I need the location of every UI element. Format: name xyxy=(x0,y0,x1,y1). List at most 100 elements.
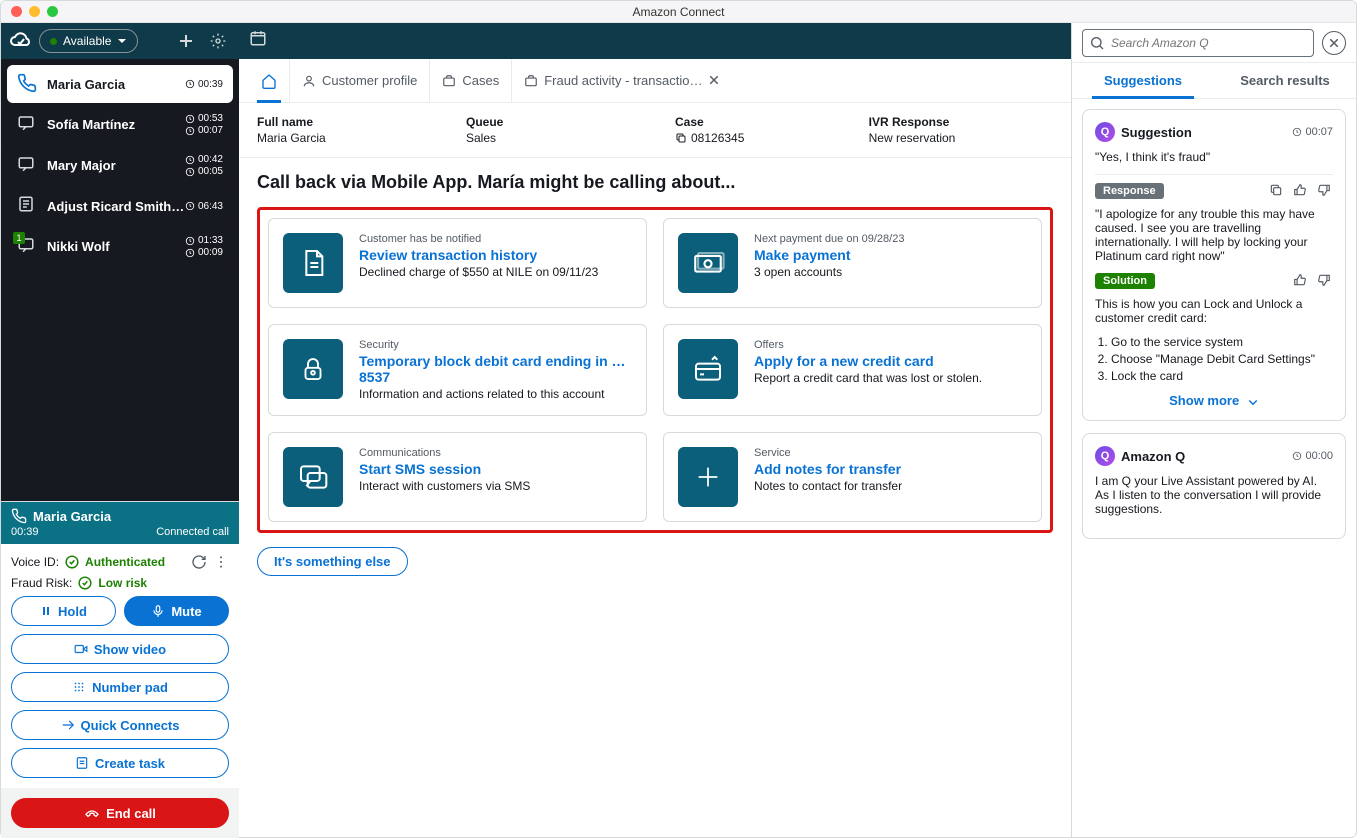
contact-item[interactable]: Adjust Ricard Smith's p… 06:43 xyxy=(7,187,233,225)
suggestion-card: Q Suggestion 00:07 "Yes, I think it's fr… xyxy=(1082,109,1346,421)
suggestion-time: 00:07 xyxy=(1292,126,1333,138)
tab-home[interactable] xyxy=(249,59,290,102)
end-call-button[interactable]: End call xyxy=(11,798,229,828)
lock-icon xyxy=(283,339,343,399)
voice-id-value: Authenticated xyxy=(85,555,165,569)
create-task-button[interactable]: Create task xyxy=(11,748,229,778)
clock-icon xyxy=(185,79,195,89)
tab-suggestions[interactable]: Suggestions xyxy=(1072,63,1214,98)
call-panel: Maria Garcia 00:39 Connected call Voice … xyxy=(1,501,239,838)
sms-chat-icon xyxy=(283,447,343,507)
plus-icon xyxy=(678,447,738,507)
intent-card-start-sms[interactable]: Communications Start SMS session Interac… xyxy=(268,432,647,522)
customer-info-bar: Full name Maria Garcia Queue Sales Case … xyxy=(239,103,1071,158)
intent-card-add-notes[interactable]: Service Add notes for transfer Notes to … xyxy=(663,432,1042,522)
quick-connects-button[interactable]: Quick Connects xyxy=(11,710,229,740)
copy-icon[interactable] xyxy=(675,132,687,144)
tab-search-results[interactable]: Search results xyxy=(1214,63,1356,98)
add-button[interactable] xyxy=(173,28,199,54)
hangup-icon xyxy=(84,805,100,821)
response-text: "I apologize for any trouble this may ha… xyxy=(1095,207,1333,263)
mute-button[interactable]: Mute xyxy=(124,596,229,626)
suggestion-title: Amazon Q xyxy=(1121,449,1286,464)
hold-button[interactable]: Hold xyxy=(11,596,116,626)
intent-card-apply-credit-card[interactable]: Offers Apply for a new credit card Repor… xyxy=(663,324,1042,416)
contact-item[interactable]: Sofía Martínez 00:53 00:07 xyxy=(7,105,233,144)
call-status: Connected call xyxy=(156,526,229,538)
mic-icon xyxy=(151,604,165,618)
main-content: Customer profile Cases Fraud activity - … xyxy=(239,23,1072,838)
contact-name: Nikki Wolf xyxy=(47,239,185,254)
solution-steps: Go to the service system Choose "Manage … xyxy=(1095,335,1333,383)
tab-fraud-activity[interactable]: Fraud activity - transactio… xyxy=(512,59,734,102)
show-more-button[interactable]: Show more xyxy=(1095,393,1333,408)
ivr-value: New reservation xyxy=(869,131,1053,145)
fraud-risk-label: Fraud Risk: xyxy=(11,576,72,590)
amazon-q-panel: Suggestions Search results Q Suggestion … xyxy=(1072,23,1356,838)
center-toolbar xyxy=(239,23,1071,59)
contact-name: Adjust Ricard Smith's p… xyxy=(47,199,185,214)
something-else-button[interactable]: It's something else xyxy=(257,547,408,576)
window-title: Amazon Connect xyxy=(632,5,724,19)
contact-timers: 01:33 00:09 xyxy=(185,235,223,258)
queue-label: Queue xyxy=(466,115,635,129)
chat-icon xyxy=(17,114,39,136)
ivr-label: IVR Response xyxy=(869,115,1053,129)
intent-card-review-transaction[interactable]: Customer has be notified Review transact… xyxy=(268,218,647,308)
content-tabs: Customer profile Cases Fraud activity - … xyxy=(239,59,1071,103)
show-video-button[interactable]: Show video xyxy=(11,634,229,664)
minimize-window[interactable] xyxy=(29,6,40,17)
solution-text: This is how you can Lock and Unlock a cu… xyxy=(1095,297,1333,325)
fullname-label: Full name xyxy=(257,115,426,129)
more-button[interactable] xyxy=(213,554,229,570)
amazon-q-intro-text: I am Q your Live Assistant powered by AI… xyxy=(1095,474,1333,516)
chat-icon xyxy=(17,155,39,177)
contact-item[interactable]: Mary Major 00:42 00:05 xyxy=(7,146,233,185)
thumbs-down-button[interactable] xyxy=(1317,273,1333,289)
tab-customer-profile[interactable]: Customer profile xyxy=(290,59,430,102)
calendar-button[interactable] xyxy=(249,29,273,53)
intent-card-block-card[interactable]: Security Temporary block debit card endi… xyxy=(268,324,647,416)
suggestion-title: Suggestion xyxy=(1121,125,1286,140)
settings-button[interactable] xyxy=(205,28,231,54)
home-icon xyxy=(261,73,277,89)
contact-item[interactable]: 1 Nikki Wolf 01:33 00:09 xyxy=(7,227,233,266)
suggestion-time: 00:00 xyxy=(1292,450,1333,462)
status-dot-icon xyxy=(50,38,57,45)
chat-icon: 1 xyxy=(17,236,39,258)
credit-card-icon xyxy=(678,339,738,399)
contact-list: Maria Garcia 00:39 Sofía Martínez 00:53 … xyxy=(1,59,239,268)
thumbs-up-button[interactable] xyxy=(1293,273,1309,289)
case-label: Case xyxy=(675,115,829,129)
phone-icon xyxy=(11,508,27,524)
check-circle-icon xyxy=(78,576,92,590)
amazon-q-search-input[interactable] xyxy=(1082,29,1314,57)
clock-icon xyxy=(1292,127,1302,137)
thumbs-up-button[interactable] xyxy=(1293,183,1309,199)
window-controls xyxy=(11,6,58,17)
number-pad-button[interactable]: Number pad xyxy=(11,672,229,702)
response-badge: Response xyxy=(1095,183,1164,199)
task-icon xyxy=(17,195,39,217)
refresh-button[interactable] xyxy=(191,554,207,570)
tab-cases[interactable]: Cases xyxy=(430,59,512,102)
contact-timers: 00:39 xyxy=(185,79,223,90)
dialpad-icon xyxy=(72,680,86,694)
clock-icon xyxy=(185,155,195,165)
intent-card-make-payment[interactable]: Next payment due on 09/28/23 Make paymen… xyxy=(663,218,1042,308)
solution-badge: Solution xyxy=(1095,273,1155,289)
search-icon xyxy=(1089,35,1105,51)
availability-label: Available xyxy=(63,34,111,48)
close-window[interactable] xyxy=(11,6,22,17)
contact-item[interactable]: Maria Garcia 00:39 xyxy=(7,65,233,103)
tab-close-button[interactable] xyxy=(708,74,722,88)
contact-timers: 00:42 00:05 xyxy=(185,154,223,177)
fullname-value: Maria Garcia xyxy=(257,131,426,145)
availability-dropdown[interactable]: Available xyxy=(39,29,138,53)
thumbs-down-button[interactable] xyxy=(1317,183,1333,199)
maximize-window[interactable] xyxy=(47,6,58,17)
voice-id-label: Voice ID: xyxy=(11,555,59,569)
copy-button[interactable] xyxy=(1269,183,1285,199)
app-logo-icon xyxy=(9,29,33,53)
close-panel-button[interactable] xyxy=(1322,31,1346,55)
